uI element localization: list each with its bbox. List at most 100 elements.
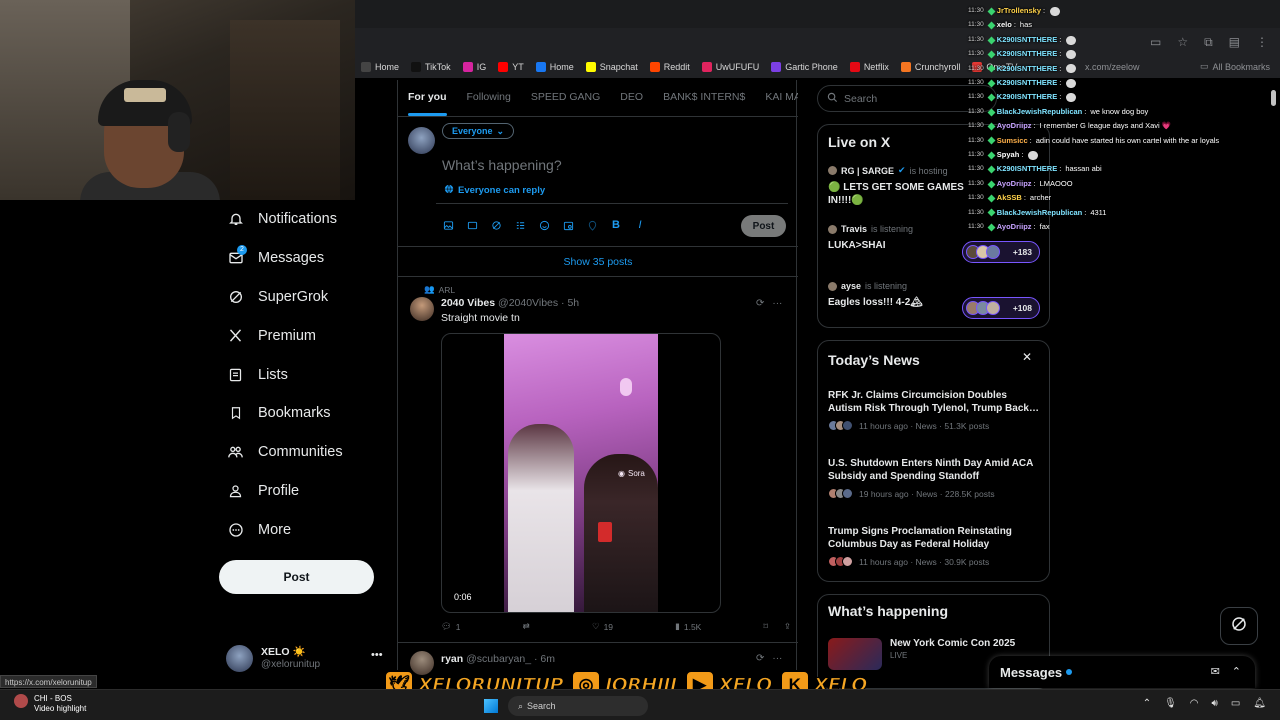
- expand-icon[interactable]: ⌃: [1232, 665, 1241, 678]
- more-dots-icon[interactable]: ···: [772, 298, 782, 309]
- nav-premium[interactable]: Premium: [219, 316, 389, 355]
- messages-drawer[interactable]: Messages ✉ ⌃: [989, 656, 1255, 688]
- nav-supergrok[interactable]: SuperGrok: [219, 278, 389, 317]
- emoji-icon[interactable]: [538, 219, 550, 231]
- tab-deo[interactable]: DEO: [610, 80, 653, 116]
- chat-badge-icon: [987, 165, 996, 174]
- repost-button[interactable]: ⇄: [523, 621, 530, 632]
- taskbar-search[interactable]: ⌕ Search: [508, 696, 648, 716]
- bookmark-item[interactable]: Reddit: [649, 62, 690, 72]
- nav-lists[interactable]: Lists: [219, 355, 389, 394]
- nav-profile[interactable]: Profile: [219, 472, 389, 511]
- bookmark-item[interactable]: Gartic Phone: [771, 62, 838, 72]
- compose-input[interactable]: What’s happening?: [442, 157, 562, 173]
- news-item[interactable]: U.S. Shutdown Enters Ninth Day Amid ACA …: [828, 457, 1040, 499]
- grok-floating-button[interactable]: [1220, 607, 1258, 645]
- account-switcher[interactable]: XELO ☀️ @xelorunitup •••: [226, 643, 386, 673]
- chat-time: 11:30: [968, 122, 984, 130]
- space-title: 🟢 LETS GET SOME GAMES IN!!!!🟢: [828, 182, 964, 206]
- show-new-posts[interactable]: Show 35 posts: [398, 246, 798, 277]
- news-meta: 11 hours ago · News · 30.9K posts: [828, 556, 1040, 567]
- like-button[interactable]: ♡ 19: [592, 621, 613, 632]
- bookmark-button[interactable]: ⌑ ⇪: [764, 621, 792, 632]
- share-icon[interactable]: ⇪: [784, 621, 791, 632]
- chat-message: 11:30 xelo: has: [968, 18, 1268, 32]
- nav-bookmarks[interactable]: Bookmarks: [219, 394, 389, 433]
- audience-selector[interactable]: Everyone ⌄: [442, 123, 515, 139]
- tweet-author-handle[interactable]: @2040Vibes: [498, 297, 558, 309]
- bookmark-item[interactable]: Netflix: [849, 62, 889, 72]
- chart-bars-icon: ▮: [675, 621, 680, 631]
- news-item[interactable]: RFK Jr. Claims Circumcision Doubles Auti…: [828, 389, 1040, 431]
- space-listeners[interactable]: +183: [962, 241, 1040, 263]
- nav-notifications[interactable]: Notifications: [219, 200, 389, 239]
- unread-dot: [1066, 669, 1073, 675]
- wifi-icon[interactable]: ◠: [1190, 698, 1199, 709]
- news-item[interactable]: Trump Signs Proclamation Reinstating Col…: [828, 525, 1040, 567]
- chat-username: Sumsicc: [996, 135, 1028, 145]
- chat-colon: :: [1023, 193, 1026, 203]
- tab-for-you[interactable]: For you: [398, 80, 457, 116]
- bookmark-icon: ⌑: [763, 621, 768, 631]
- chat-colon: :: [1059, 164, 1062, 174]
- more-circle-icon: [227, 521, 244, 538]
- space-host-line: ayse is listening: [828, 281, 1038, 291]
- scrollbar-thumb[interactable]: [1271, 90, 1276, 106]
- bookmark-item[interactable]: YT: [498, 62, 524, 72]
- grok-icon[interactable]: [490, 219, 502, 231]
- bookmark-item[interactable]: Crunchyroll: [900, 62, 960, 72]
- bookmark-favicon-icon: [649, 62, 660, 72]
- bookmark-item[interactable]: UwUFUFU: [701, 62, 759, 72]
- tab-speed-gang[interactable]: SPEED GANG: [521, 80, 610, 116]
- microphone-icon[interactable]: 🎙︎: [1164, 698, 1177, 709]
- x-logo-icon: [227, 327, 244, 344]
- chevron-down-icon: ⌄: [496, 125, 505, 136]
- new-message-icon[interactable]: ✉: [1211, 665, 1220, 678]
- compose-post-button[interactable]: Post: [741, 215, 786, 237]
- location-icon[interactable]: [586, 219, 598, 231]
- nav-messages[interactable]: 2 Messages: [219, 239, 389, 278]
- bookmark-item[interactable]: IG: [462, 62, 486, 72]
- close-icon[interactable]: ✕: [1022, 350, 1032, 364]
- tweet-author-name[interactable]: 2040 Vibes: [441, 297, 495, 309]
- poll-icon[interactable]: [514, 219, 526, 231]
- bold-icon[interactable]: B: [610, 219, 622, 231]
- bookmark-item[interactable]: Home: [361, 62, 399, 72]
- tweet-video[interactable]: ◉ Sora 0:06: [441, 333, 721, 613]
- grok-icon: [227, 288, 244, 305]
- like-count: 19: [603, 621, 614, 632]
- post-button[interactable]: Post: [219, 560, 374, 594]
- more-dots-icon[interactable]: •••: [371, 649, 383, 661]
- bookmark-favicon-icon: [462, 62, 473, 72]
- list-icon: [227, 366, 244, 383]
- bookmark-item[interactable]: Snapchat: [585, 62, 638, 72]
- battery-icon[interactable]: ▭: [1231, 698, 1240, 709]
- image-icon[interactable]: [442, 219, 454, 231]
- grok-icon[interactable]: ⟳: [756, 298, 764, 309]
- tweet-time[interactable]: 5h: [567, 297, 579, 309]
- tab-kai-maf[interactable]: KAI MAF: [755, 80, 798, 116]
- schedule-icon[interactable]: [562, 219, 574, 231]
- windows-start-icon[interactable]: [484, 699, 498, 713]
- bookmark-item[interactable]: TikTok: [411, 62, 451, 72]
- gif-icon[interactable]: [466, 219, 478, 231]
- timeline: For you Following SPEED GANG DEO BANK$ I…: [397, 80, 798, 720]
- tab-banks-interns[interactable]: BANK$ INTERN$: [653, 80, 755, 116]
- chat-badge-icon: [987, 7, 996, 16]
- reply-setting[interactable]: Everyone can reply: [444, 184, 545, 197]
- chevron-up-icon[interactable]: ⌃: [1143, 698, 1151, 709]
- italic-icon[interactable]: I: [634, 219, 646, 231]
- space-listeners[interactable]: +108: [962, 297, 1040, 319]
- chat-text: we know dog boy: [1090, 106, 1149, 116]
- reply-button[interactable]: 💬︎ 1: [441, 621, 461, 632]
- views-button[interactable]: ▮ 1.5K: [675, 621, 701, 632]
- nav-communities[interactable]: Communities: [219, 433, 389, 472]
- volume-icon[interactable]: 🔊︎: [1212, 698, 1218, 709]
- avatar[interactable]: [410, 297, 434, 321]
- tab-following[interactable]: Following: [457, 80, 521, 116]
- notification-bell-icon[interactable]: 🔔︎: [1253, 698, 1266, 709]
- nav-more[interactable]: More: [219, 510, 389, 549]
- bookmark-item[interactable]: Home: [535, 62, 574, 72]
- taskbar-widget[interactable]: CHI - BOS Video highlight: [14, 694, 86, 714]
- repost-by[interactable]: ARL: [439, 285, 456, 295]
